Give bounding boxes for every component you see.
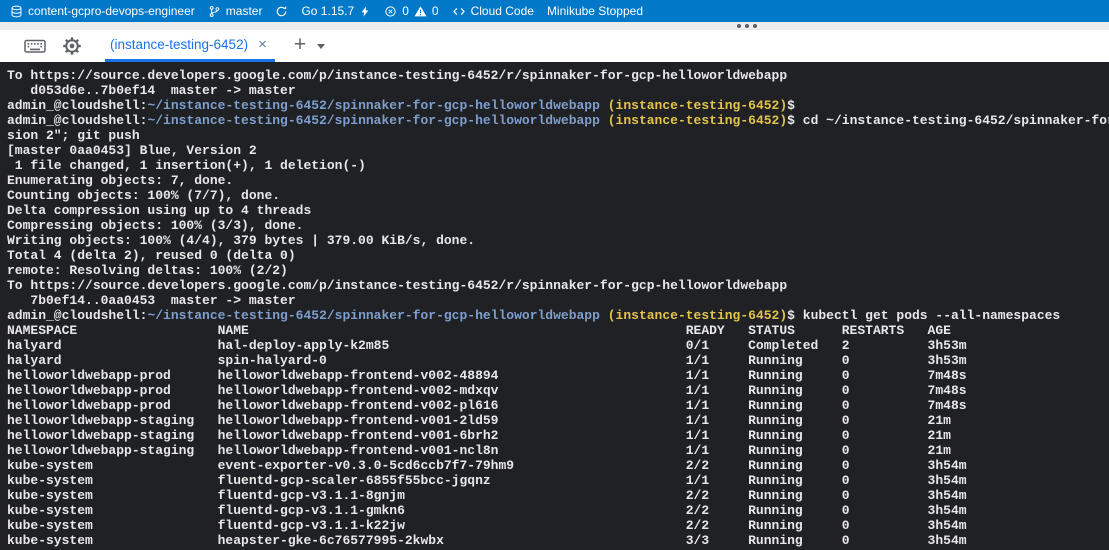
pod-row: helloworldwebapp-prod helloworldwebapp-f… <box>7 383 1109 398</box>
terminal-line: Compressing objects: 100% (3/3), done. <box>7 218 1109 233</box>
statusbar-item-go-version[interactable]: Go 1.15.7 <box>301 0 371 22</box>
terminal-panel-header: (instance-testing-6452) × + <box>0 22 1109 62</box>
pod-row: helloworldwebapp-prod helloworldwebapp-f… <box>7 398 1109 413</box>
keyboard-button[interactable] <box>22 33 48 59</box>
project-label: content-gcpro-devops-engineer <box>28 4 195 18</box>
panel-drag-strip <box>0 22 1109 30</box>
pod-row: halyard spin-halyard-0 1/1 Running 0 3h5… <box>7 353 1109 368</box>
more-actions-icon[interactable] <box>737 24 757 28</box>
terminal-line: Counting objects: 100% (7/7), done. <box>7 188 1109 203</box>
terminal-line: admin_@cloudshell:~/instance-testing-645… <box>7 98 1109 113</box>
sync-icon <box>275 5 288 18</box>
statusbar-item-project[interactable]: content-gcpro-devops-engineer <box>10 0 195 22</box>
statusbar-item-minikube[interactable]: Minikube Stopped <box>547 0 643 22</box>
pod-row: helloworldwebapp-staging helloworldwebap… <box>7 413 1109 428</box>
pod-row: kube-system fluentd-gcp-v3.1.1-gmkn6 2/2… <box>7 503 1109 518</box>
terminal-tab-row: (instance-testing-6452) × + <box>0 30 1109 62</box>
terminal-line: To https://source.developers.google.com/… <box>7 278 1109 293</box>
chevron-down-icon[interactable] <box>317 44 325 49</box>
lightning-icon <box>359 5 371 18</box>
new-terminal-tab-button[interactable]: + <box>291 34 309 58</box>
terminal-line: To https://source.developers.google.com/… <box>7 68 1109 83</box>
statusbar-item-problems[interactable]: 0 0 <box>384 0 438 22</box>
terminal-line: remote: Resolving deltas: 100% (2/2) <box>7 263 1109 278</box>
pod-row: helloworldwebapp-staging helloworldwebap… <box>7 443 1109 458</box>
statusbar-item-cloud-code[interactable]: Cloud Code <box>452 0 534 22</box>
minikube-status-label: Minikube Stopped <box>547 4 643 18</box>
terminal-line: admin_@cloudshell:~/instance-testing-645… <box>7 113 1109 128</box>
pod-row: halyard hal-deploy-apply-k2m85 0/1 Compl… <box>7 338 1109 353</box>
warning-count: 0 <box>432 4 439 18</box>
error-icon <box>384 5 397 18</box>
terminal-line: 1 file changed, 1 insertion(+), 1 deleti… <box>7 158 1109 173</box>
branch-label: master <box>226 4 263 18</box>
terminal-line: sion 2"; git push <box>7 128 1109 143</box>
pod-row: kube-system fluentd-gcp-scaler-6855f55bc… <box>7 473 1109 488</box>
pods-table-header: NAMESPACE NAME READY STATUS RESTARTS AGE <box>7 323 1109 338</box>
pod-row: helloworldwebapp-staging helloworldwebap… <box>7 428 1109 443</box>
warning-icon <box>414 5 427 18</box>
terminal-line: d053d6e..7b0ef14 master -> master <box>7 83 1109 98</box>
git-branch-icon <box>208 5 221 18</box>
go-version-label: Go 1.15.7 <box>301 4 354 18</box>
terminal-line: Delta compression using up to 4 threads <box>7 203 1109 218</box>
close-tab-icon[interactable]: × <box>257 37 268 52</box>
terminal-tab-instance-testing-6452[interactable]: (instance-testing-6452) × <box>105 31 275 62</box>
code-brackets-icon <box>452 5 466 18</box>
pod-row: kube-system heapster-gke-6c76577995-2kwb… <box>7 533 1109 548</box>
terminal-line: [master 0aa0453] Blue, Version 2 <box>7 143 1109 158</box>
terminal-line: Enumerating objects: 7, done. <box>7 173 1109 188</box>
status-bar: content-gcpro-devops-engineer master Go … <box>0 0 1109 22</box>
terminal-line: 7b0ef14..0aa0453 master -> master <box>7 293 1109 308</box>
terminal-line: Total 4 (delta 2), reused 0 (delta 0) <box>7 248 1109 263</box>
pod-row: helloworldwebapp-prod helloworldwebapp-f… <box>7 368 1109 383</box>
pod-row: kube-system fluentd-gcp-v3.1.1-8gnjm 2/2… <box>7 488 1109 503</box>
database-icon <box>10 5 23 18</box>
pod-row: kube-system fluentd-gcp-v3.1.1-k22jw 2/2… <box>7 518 1109 533</box>
terminal-settings-button[interactable] <box>59 33 85 59</box>
terminal-tab-label: (instance-testing-6452) <box>110 37 248 52</box>
statusbar-item-sync[interactable] <box>275 0 288 22</box>
cloud-code-label: Cloud Code <box>471 4 534 18</box>
error-count: 0 <box>402 4 409 18</box>
statusbar-item-branch[interactable]: master <box>208 0 263 22</box>
terminal[interactable]: To https://source.developers.google.com/… <box>0 62 1109 550</box>
terminal-line: admin_@cloudshell:~/instance-testing-645… <box>7 308 1109 323</box>
pod-row: kube-system event-exporter-v0.3.0-5cd6cc… <box>7 458 1109 473</box>
terminal-line: Writing objects: 100% (4/4), 379 bytes |… <box>7 233 1109 248</box>
